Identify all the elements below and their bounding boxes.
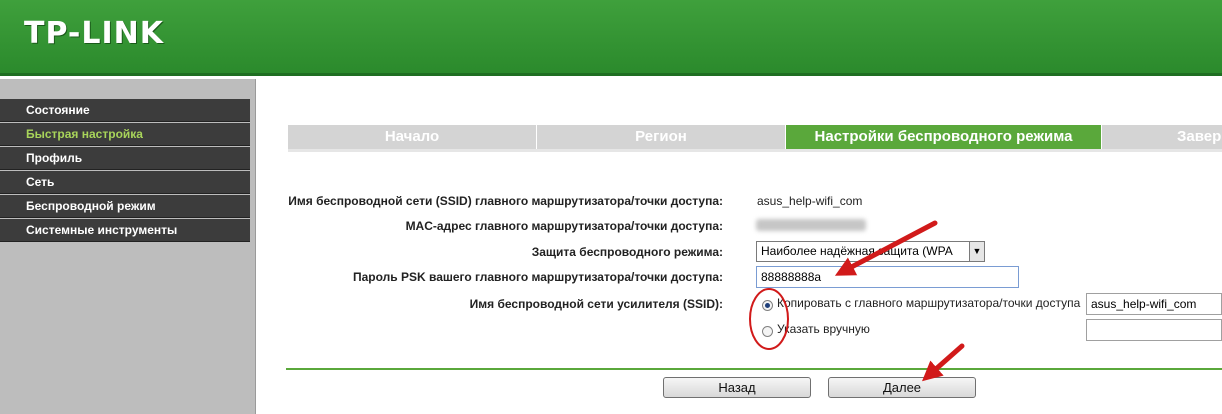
sidebar-item-wireless[interactable]: Беспроводной режим — [0, 195, 250, 218]
main-content: Начало Регион Настройки беспроводного ре… — [257, 79, 1222, 414]
psk-label: Пароль PSK вашего главного маршрутизатор… — [352, 270, 723, 284]
ssid-main-label: Имя беспроводной сети (SSID) главного ма… — [288, 194, 723, 208]
chevron-down-icon[interactable]: ▼ — [969, 242, 984, 261]
next-button[interactable]: Далее — [828, 377, 976, 398]
radio-manual-ssid-label: Указать вручную — [777, 322, 870, 336]
extender-ssid-label: Имя беспроводной сети усилителя (SSID): — [469, 297, 723, 311]
radio-copy-ssid[interactable] — [762, 300, 773, 311]
tp-link-logo: TP-LINK — [24, 16, 165, 51]
security-select-value: Наиболее надёжная защита (WPA — [761, 244, 953, 258]
mac-main-value-blurred — [756, 219, 866, 231]
security-label: Защита беспроводного режима: — [531, 245, 723, 259]
step-tab-start: Начало — [288, 125, 536, 149]
sidebar-item-network[interactable]: Сеть — [0, 171, 250, 194]
sidebar-item-profile[interactable]: Профиль — [0, 147, 250, 170]
ssid-main-value: asus_help-wifi_com — [757, 194, 863, 208]
mac-main-label: MAC-адрес главного маршрутизатора/точки … — [405, 219, 723, 233]
step-tab-wireless-settings: Настройки беспроводного режима — [786, 125, 1101, 149]
psk-input[interactable] — [756, 266, 1019, 288]
form-divider — [286, 368, 1222, 370]
back-button[interactable]: Назад — [663, 377, 811, 398]
sidebar-item-system-tools[interactable]: Системные инструменты — [0, 219, 250, 242]
step-tab-finish: Завер — [1102, 125, 1222, 149]
step-tab-region: Регион — [537, 125, 785, 149]
radio-manual-ssid[interactable] — [762, 326, 773, 337]
header-banner: TP-LINK — [0, 0, 1222, 76]
sidebar-item-quick-setup[interactable]: Быстрая настройка — [0, 123, 250, 146]
radio-copy-ssid-label: Копировать с главного маршрутизатора/точ… — [777, 296, 1081, 310]
security-select[interactable]: Наиболее надёжная защита (WPA ▼ — [756, 241, 985, 262]
manual-ssid-input[interactable] — [1086, 319, 1222, 341]
sidebar: Состояние Быстрая настройка Профиль Сеть… — [0, 79, 256, 414]
copied-ssid-field[interactable]: asus_help-wifi_com — [1086, 293, 1222, 315]
step-underline — [288, 149, 1222, 152]
sidebar-item-status[interactable]: Состояние — [0, 99, 250, 122]
